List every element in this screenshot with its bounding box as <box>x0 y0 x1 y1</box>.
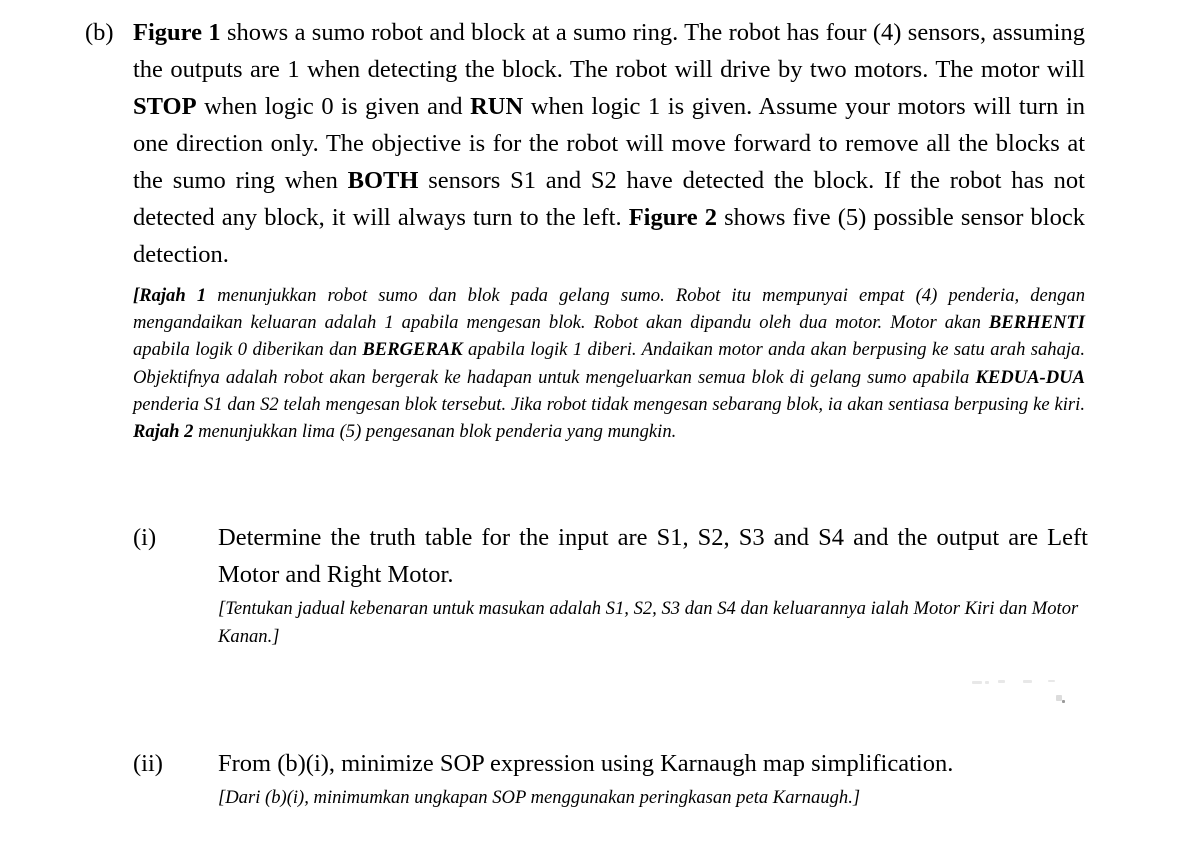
scan-artifact-mark <box>1062 700 1065 703</box>
subitem-i-label: (i) <box>133 524 157 551</box>
subitem-ii: (ii) From (b)(i), minimize SOP expressio… <box>133 745 1088 812</box>
part-b-malay-translation: [Rajah 1 menunjukkan robot sumo dan blok… <box>133 285 1085 443</box>
part-b-english-paragraph: Figure 1 shows a sumo robot and block at… <box>133 19 1086 268</box>
scan-artifact-mark <box>1048 680 1055 682</box>
document-page: (b) Figure 1 shows a sumo robot and bloc… <box>0 0 1200 846</box>
subitem-i: (i) Determine the truth table for the in… <box>133 519 1088 651</box>
scan-artifact-mark <box>985 681 989 684</box>
scan-artifact-marks <box>970 676 1090 710</box>
subitem-ii-malay-text: [Dari (b)(i), minimumkan ungkapan SOP me… <box>218 787 861 808</box>
subitem-i-english-text: Determine the truth table for the input … <box>218 524 1088 588</box>
subitem-ii-label: (ii) <box>133 750 163 777</box>
scan-artifact-mark <box>1023 680 1032 683</box>
subitem-ii-body: From (b)(i), minimize SOP expression usi… <box>218 745 1088 812</box>
subitem-ii-english-text: From (b)(i), minimize SOP expression usi… <box>218 750 954 777</box>
part-b-label: (b) <box>85 19 114 46</box>
question-part-b: (b) Figure 1 shows a sumo robot and bloc… <box>85 14 1090 445</box>
subitem-i-body: Determine the truth table for the input … <box>218 519 1088 651</box>
scan-artifact-mark <box>998 680 1005 683</box>
scan-artifact-mark <box>1056 695 1062 701</box>
subitem-i-malay-text: [Tentukan jadual kebenaran untuk masukan… <box>218 598 1079 647</box>
scan-artifact-mark <box>972 681 982 684</box>
